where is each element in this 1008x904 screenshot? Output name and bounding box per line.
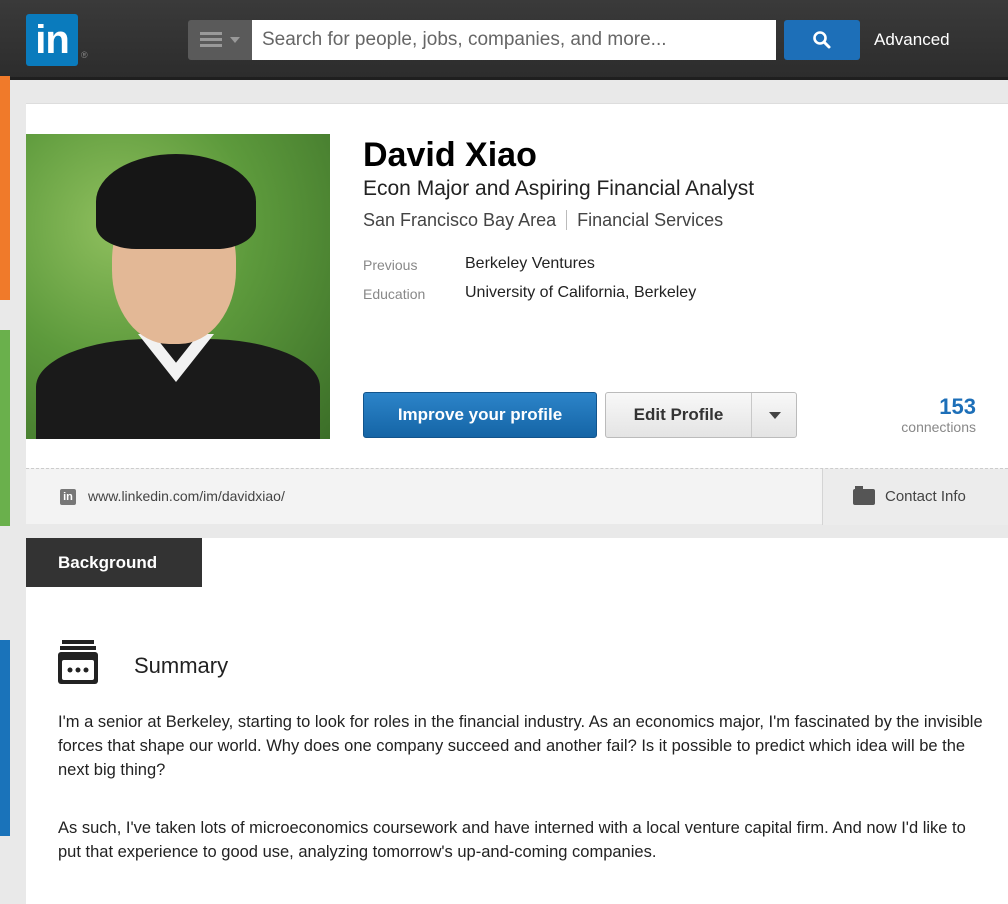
linkedin-logo[interactable]: in: [26, 14, 78, 66]
search-input[interactable]: [252, 20, 776, 60]
previous-value[interactable]: Berkeley Ventures: [465, 255, 595, 273]
advanced-search-link[interactable]: Advanced: [874, 30, 950, 50]
profile-card: David Xiao Econ Major and Aspiring Finan…: [26, 103, 1008, 525]
summary-paragraph: I'm a senior at Berkeley, starting to lo…: [58, 713, 983, 779]
registered-mark: ®: [81, 50, 88, 60]
profile-photo[interactable]: [26, 134, 330, 439]
location-industry: San Francisco Bay Area Financial Services: [363, 210, 723, 231]
education-value[interactable]: University of California, Berkeley: [465, 284, 696, 302]
side-strip-orange: [0, 76, 10, 300]
contact-info-label: Contact Info: [885, 488, 966, 505]
edit-profile-button[interactable]: Edit Profile: [606, 393, 752, 437]
profile-headline: Econ Major and Aspiring Financial Analys…: [363, 177, 755, 200]
summary-paragraph: As such, I've taken lots of microeconomi…: [58, 819, 966, 861]
side-strip-blue: [0, 640, 10, 836]
profile-name: David Xiao: [363, 136, 537, 174]
previous-label: Previous: [363, 257, 418, 273]
public-profile-url[interactable]: www.linkedin.com/im/davidxiao/: [88, 488, 285, 504]
industry-link[interactable]: Financial Services: [577, 210, 723, 230]
connections-label: connections: [901, 419, 976, 435]
improve-profile-button[interactable]: Improve your profile: [363, 392, 597, 438]
education-label: Education: [363, 286, 426, 302]
chevron-down-icon[interactable]: [769, 412, 781, 419]
contact-info-button[interactable]: Contact Info: [822, 469, 1008, 525]
side-strip-green: [0, 330, 10, 526]
top-navigation-bar: in ® Advanced: [0, 0, 1008, 80]
summary-title: Summary: [134, 653, 229, 678]
menu-dropdown-button[interactable]: [188, 20, 252, 60]
search-icon: [813, 31, 831, 49]
connections-count[interactable]: 153: [939, 394, 976, 420]
divider: [566, 210, 568, 230]
location-link[interactable]: San Francisco Bay Area: [363, 210, 556, 230]
linkedin-small-icon: in: [60, 489, 76, 505]
chevron-down-icon: [230, 37, 240, 43]
search-button[interactable]: [784, 20, 860, 60]
summary-icon: [58, 640, 98, 684]
background-tab[interactable]: Background: [26, 538, 202, 587]
edit-profile-button-group[interactable]: Edit Profile: [605, 392, 797, 438]
address-book-icon: [853, 486, 875, 505]
public-profile-bar: in www.linkedin.com/im/davidxiao/ Contac…: [26, 468, 1008, 525]
background-section: Background Summary I'm a senior at Berke…: [26, 538, 1008, 904]
menu-icon: [200, 32, 222, 48]
